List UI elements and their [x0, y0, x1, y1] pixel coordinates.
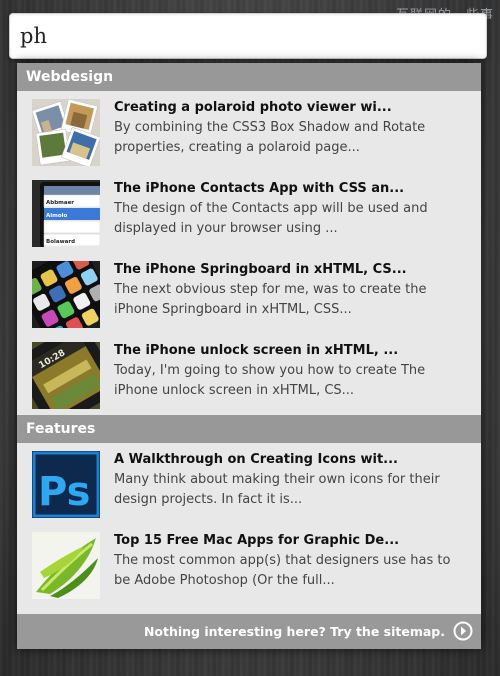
sitemap-link[interactable]: Nothing interesting here? Try the sitema…: [144, 614, 445, 649]
green-leaf-thumbnail: [32, 532, 100, 599]
result-description: iPhone unlock screen in xHTML, CS...: [114, 383, 355, 398]
polaroid-thumbnail: [32, 99, 100, 166]
result-description: The next obvious step for me, was to cre…: [114, 282, 427, 297]
results-footer: Nothing interesting here? Try the sitema…: [17, 614, 481, 649]
iphone-unlock-thumbnail: 10:28: [32, 342, 100, 409]
result-description: displayed in your browser using ...: [114, 221, 338, 236]
iphone-contacts-thumbnail: Abbmaer Almolo Bolaward: [32, 180, 100, 247]
photoshop-icon-thumbnail: Ps: [32, 451, 100, 518]
result-title[interactable]: The iPhone Springboard in xHTML, CS...: [114, 260, 474, 280]
category-header-webdesign: Webdesign: [17, 63, 481, 91]
contact-name: Bolaward: [46, 239, 75, 245]
result-item[interactable]: Creating a polaroid photo viewer wi... B…: [17, 91, 481, 172]
result-description: properties, creating a polaroid page...: [114, 140, 360, 155]
result-title[interactable]: The iPhone unlock screen in xHTML, ...: [114, 341, 474, 361]
result-description: Today, I'm going to show you how to crea…: [114, 363, 426, 378]
result-item[interactable]: The iPhone Springboard in xHTML, CS... T…: [17, 253, 481, 334]
result-description: be Adobe Photoshop (Or the full...: [114, 573, 335, 588]
result-title[interactable]: The iPhone Contacts App with CSS an...: [114, 179, 474, 199]
contact-name: Abbmaer: [46, 200, 74, 206]
iphone-springboard-thumbnail: [32, 261, 100, 328]
result-description: Many think about making their own icons …: [114, 472, 440, 487]
result-description: By combining the CSS3 Box Shadow and Rot…: [114, 120, 426, 135]
result-description: The design of the Contacts app will be u…: [114, 201, 428, 216]
ps-letters: Ps: [38, 469, 90, 515]
result-item[interactable]: Ps A Walkthrough on Creating Icons wit..…: [17, 443, 481, 524]
arrow-right-circle-icon[interactable]: [453, 621, 473, 641]
category-header-features: Features: [17, 415, 481, 443]
result-item[interactable]: Abbmaer Almolo Bolaward The iPhone Conta…: [17, 172, 481, 253]
result-title[interactable]: Creating a polaroid photo viewer wi...: [114, 98, 474, 118]
result-title[interactable]: A Walkthrough on Creating Icons wit...: [114, 450, 474, 470]
result-item[interactable]: 10:28 The iPhone unlock screen in xHTML,…: [17, 334, 481, 415]
search-input[interactable]: [10, 14, 486, 58]
search-results-dropdown: Webdesign Creating a polaroid photo view…: [17, 63, 481, 649]
search-box[interactable]: [9, 13, 487, 59]
result-description: design projects. In fact it is...: [114, 492, 303, 507]
result-title[interactable]: Top 15 Free Mac Apps for Graphic De...: [114, 531, 474, 551]
result-description: iPhone Springboard in xHTML, CSS...: [114, 302, 352, 317]
result-description: The most common app(s) that designers us…: [114, 553, 451, 568]
contact-name: Almolo: [46, 213, 68, 219]
result-item[interactable]: Top 15 Free Mac Apps for Graphic De... T…: [17, 524, 481, 605]
